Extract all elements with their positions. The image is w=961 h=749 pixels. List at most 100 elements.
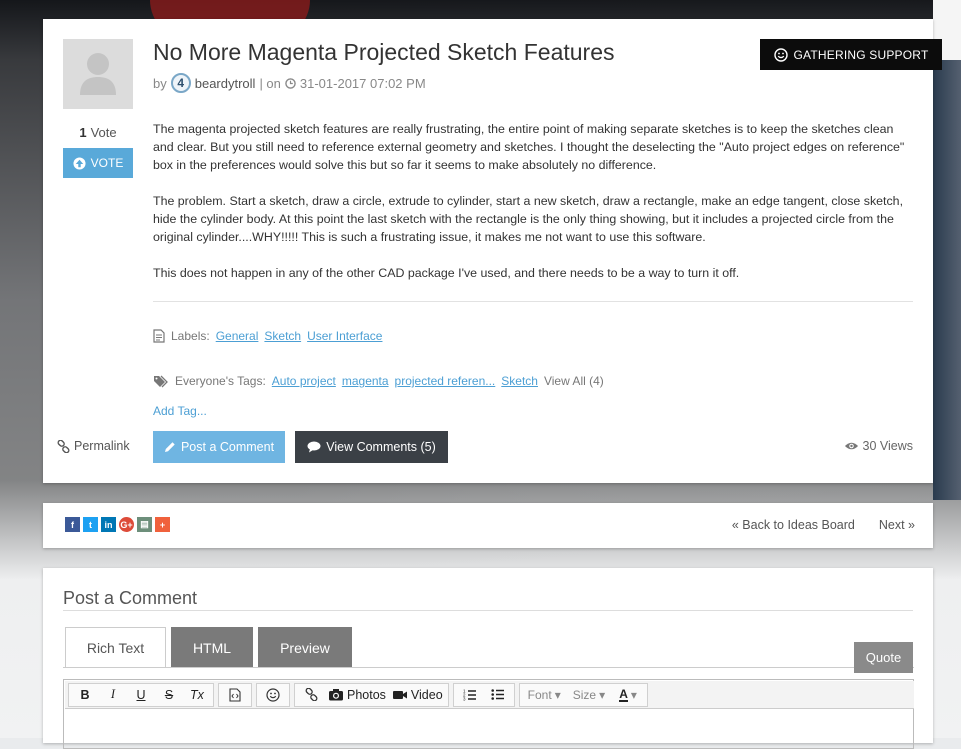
bold-button[interactable]: B — [72, 685, 98, 705]
body-paragraph: The magenta projected sketch features ar… — [153, 122, 905, 172]
camera-icon — [329, 689, 343, 701]
add-tag-link[interactable]: Add Tag... — [153, 404, 207, 418]
photos-label: Photos — [347, 687, 386, 702]
tag-link-magenta[interactable]: magenta — [342, 374, 389, 388]
underline-button[interactable]: U — [128, 685, 154, 705]
font-label: Font — [527, 687, 552, 702]
post-comment-card: Post a Comment Rich Text HTML Preview Qu… — [43, 568, 933, 749]
twitter-icon[interactable]: t — [83, 517, 98, 532]
chevron-down-icon: ▾ — [554, 687, 561, 702]
clear-format-button[interactable]: Tx — [184, 685, 210, 705]
size-dropdown[interactable]: Size ▾ — [568, 685, 610, 705]
video-button[interactable]: Video — [390, 685, 445, 705]
vote-button[interactable]: VOTE — [63, 148, 133, 178]
bulleted-list-icon[interactable] — [485, 685, 511, 705]
divider — [153, 301, 913, 302]
tags-title: Everyone's Tags: — [175, 374, 266, 388]
arrow-up-circle-icon — [73, 156, 86, 170]
label-link-general[interactable]: General — [216, 329, 259, 343]
label-link-user-interface[interactable]: User Interface — [307, 329, 382, 343]
body-paragraph: The problem. Start a sketch, draw a circ… — [153, 194, 904, 244]
labels-title: Labels: — [171, 329, 210, 343]
post-comment-label: Post a Comment — [180, 440, 275, 454]
idea-card: 1 Vote VOTE No More Magenta Projected Ske… — [43, 19, 942, 483]
strikethrough-button[interactable]: S — [156, 685, 182, 705]
post-comment-button[interactable]: Post a Comment — [153, 431, 285, 463]
format-group: B I U S Tx — [68, 682, 214, 707]
tab-rich-text[interactable]: Rich Text — [65, 627, 166, 668]
vote-label: Vote — [90, 125, 117, 140]
rank-icon: 4 — [170, 73, 191, 93]
permalink-label: Permalink — [74, 439, 130, 453]
views-label: 30 Views — [862, 439, 914, 453]
post-comment-title: Post a Comment — [63, 588, 198, 608]
numbered-list-icon[interactable]: 123 — [457, 685, 483, 705]
avatar[interactable] — [63, 39, 133, 109]
video-label: Video — [410, 687, 443, 702]
clock-icon — [285, 77, 296, 89]
social-icons: f t in G+ ▤ + — [65, 517, 170, 532]
tags-icon — [154, 375, 168, 387]
tag-link-auto-project[interactable]: Auto project — [272, 374, 336, 388]
view-comments-button[interactable]: View Comments (5) — [295, 431, 448, 463]
labels-row: Labels: General Sketch User Interface — [153, 329, 382, 343]
document-icon — [153, 329, 165, 343]
google-plus-icon[interactable]: G+ — [119, 517, 134, 532]
views-count: 30 Views — [844, 439, 914, 453]
print-icon[interactable]: ▤ — [137, 517, 152, 532]
eye-icon — [844, 442, 858, 450]
source-code-icon[interactable] — [222, 685, 248, 705]
tab-underline — [63, 667, 914, 668]
svg-text:3: 3 — [463, 697, 466, 702]
rich-text-editor[interactable]: B I U S Tx Photos Video 1 2 3 Font ▾ Siz… — [63, 679, 914, 749]
comment-icon — [307, 441, 321, 453]
style-group: Font ▾ Size ▾ A ▾ — [518, 682, 649, 707]
smile-icon — [773, 47, 788, 62]
italic-button[interactable]: I — [100, 685, 126, 705]
tab-html[interactable]: HTML — [171, 627, 253, 668]
status-label: GATHERING SUPPORT — [793, 47, 929, 62]
vote-number: 1 — [79, 125, 87, 140]
quote-button[interactable]: Quote — [854, 642, 913, 673]
source-group — [218, 682, 252, 707]
chevron-down-icon: ▾ — [599, 687, 606, 702]
tab-preview[interactable]: Preview — [258, 627, 352, 668]
next-link[interactable]: Next » — [879, 518, 915, 532]
author-link[interactable]: beardytroll — [195, 76, 256, 91]
list-group: 123 — [452, 682, 515, 707]
status-badge: GATHERING SUPPORT — [760, 39, 942, 70]
text-color-dropdown[interactable]: A ▾ — [612, 685, 644, 705]
idea-navigation: « Back to Ideas Board Next » — [732, 518, 915, 532]
video-camera-icon — [392, 690, 407, 699]
editor-tabs: Rich Text HTML Preview — [65, 627, 352, 668]
view-comments-label: View Comments (5) — [326, 440, 436, 454]
font-dropdown[interactable]: Font ▾ — [523, 685, 566, 705]
tag-link-projected-reference[interactable]: projected referen... — [395, 374, 496, 388]
back-to-ideas-link[interactable]: « Back to Ideas Board — [732, 518, 855, 532]
editor-toolbar: B I U S Tx Photos Video 1 2 3 Font ▾ Siz… — [65, 681, 914, 709]
label-link-sketch[interactable]: Sketch — [264, 329, 301, 343]
user-icon — [80, 53, 116, 95]
vote-count: 1 Vote — [63, 125, 133, 140]
idea-body: The magenta projected sketch features ar… — [153, 120, 911, 300]
background-strip — [933, 60, 961, 500]
post-date: 31-01-2017 07:02 PM — [299, 75, 426, 91]
link-insert-icon[interactable] — [298, 685, 324, 705]
tags-row: Everyone's Tags: Auto project magenta pr… — [153, 374, 604, 388]
text-color-label: A — [619, 686, 628, 702]
emoji-group — [256, 682, 290, 707]
link-icon — [57, 439, 70, 453]
on-label: | on — [259, 75, 281, 91]
facebook-icon[interactable]: f — [65, 517, 80, 532]
tag-link-sketch[interactable]: Sketch — [501, 374, 538, 388]
photos-button[interactable]: Photos — [326, 685, 388, 705]
idea-title: No More Magenta Projected Sketch Feature… — [153, 39, 615, 65]
pencil-icon — [164, 442, 175, 452]
chevron-down-icon: ▾ — [630, 687, 637, 702]
permalink[interactable]: Permalink — [57, 439, 130, 453]
emoji-icon[interactable] — [260, 685, 286, 705]
linkedin-icon[interactable]: in — [101, 517, 116, 532]
insert-group: Photos Video — [294, 682, 449, 707]
more-icon[interactable]: + — [155, 517, 170, 532]
view-all-tags[interactable]: View All (4) — [544, 374, 604, 388]
